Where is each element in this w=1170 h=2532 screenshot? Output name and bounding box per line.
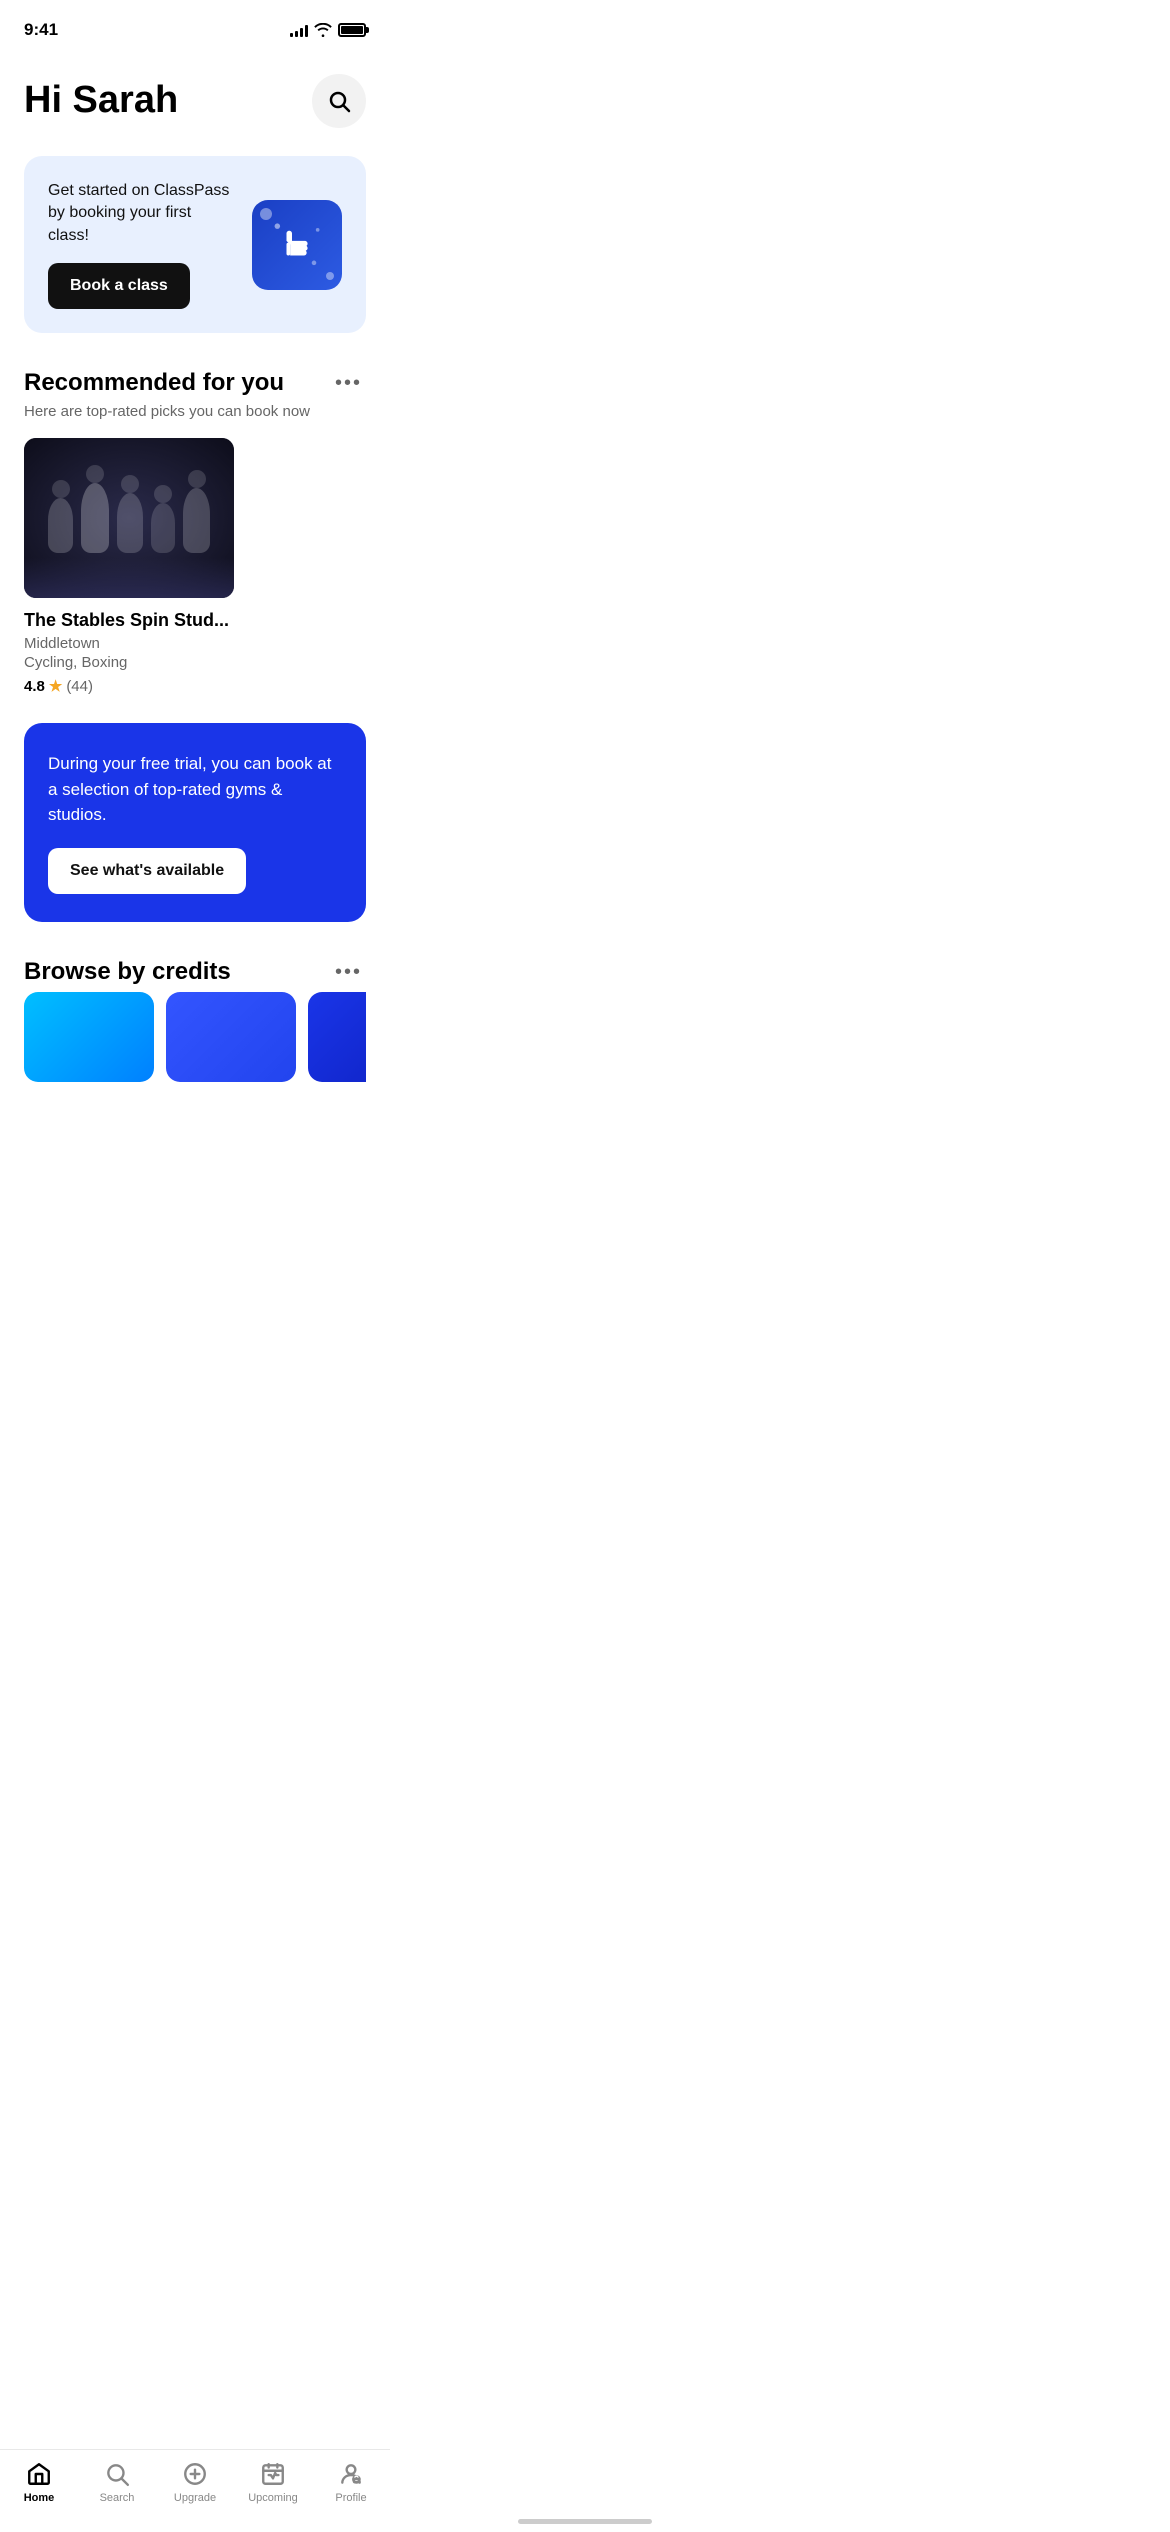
- promo-description: Get started on ClassPass by booking your…: [48, 180, 236, 247]
- book-class-button[interactable]: Book a class: [48, 263, 190, 309]
- promo-text-area: Get started on ClassPass by booking your…: [48, 180, 236, 309]
- rating-value: 4.8: [24, 678, 45, 695]
- nav-upcoming[interactable]: Upcoming: [243, 2460, 303, 2504]
- nav-search[interactable]: Search: [87, 2460, 147, 2504]
- header-row: Hi Sarah: [24, 74, 366, 128]
- search-icon: [327, 89, 351, 113]
- nav-search-label: Search: [100, 2492, 135, 2504]
- signal-icon: [290, 23, 308, 37]
- browse-more-button[interactable]: •••: [331, 958, 366, 986]
- rating-count: (44): [66, 678, 93, 695]
- profile-icon: [337, 2460, 365, 2488]
- status-time: 9:41: [24, 20, 58, 40]
- thumbs-up-icon: [270, 217, 325, 272]
- wifi-icon: [314, 23, 332, 37]
- credit-card-2[interactable]: [166, 992, 296, 1082]
- credits-cards: [24, 992, 366, 1082]
- class-image: [24, 438, 234, 598]
- see-available-button[interactable]: See what's available: [48, 848, 246, 894]
- class-image-silhouettes: [48, 483, 210, 553]
- recommended-subtitle: Here are top-rated picks you can book no…: [24, 403, 366, 420]
- browse-by-credits-section: Browse by credits •••: [24, 958, 366, 1082]
- greeting: Hi Sarah: [24, 80, 178, 122]
- recommended-header: Recommended for you •••: [24, 369, 366, 397]
- nav-home-label: Home: [24, 2492, 55, 2504]
- free-trial-banner: During your free trial, you can book at …: [24, 723, 366, 922]
- recommended-section: Recommended for you ••• Here are top-rat…: [24, 369, 366, 695]
- status-bar: 9:41: [0, 0, 390, 54]
- battery-icon: [338, 23, 366, 37]
- class-type: Cycling, Boxing: [24, 654, 234, 671]
- recommended-title: Recommended for you: [24, 369, 284, 397]
- promo-card: Get started on ClassPass by booking your…: [24, 156, 366, 333]
- promo-illustration: [252, 200, 342, 290]
- search-nav-icon: [103, 2460, 131, 2488]
- status-icons: [290, 23, 366, 37]
- search-header-button[interactable]: [312, 74, 366, 128]
- bottom-nav: Home Search Upgrade: [0, 2449, 390, 2532]
- free-trial-text: During your free trial, you can book at …: [48, 751, 342, 828]
- browse-header: Browse by credits •••: [24, 958, 366, 986]
- recommended-more-button[interactable]: •••: [331, 369, 366, 397]
- class-location: Middletown: [24, 635, 234, 652]
- home-indicator: [518, 2519, 652, 2524]
- nav-upgrade-label: Upgrade: [174, 2492, 216, 2504]
- class-rating: 4.8 ★ (44): [24, 677, 234, 695]
- star-icon: ★: [49, 677, 62, 695]
- nav-upcoming-label: Upcoming: [248, 2492, 298, 2504]
- class-name: The Stables Spin Stud...: [24, 610, 234, 631]
- class-card[interactable]: The Stables Spin Stud... Middletown Cycl…: [24, 438, 234, 695]
- home-icon: [25, 2460, 53, 2488]
- nav-profile-label: Profile: [335, 2492, 366, 2504]
- nav-upgrade[interactable]: Upgrade: [165, 2460, 225, 2504]
- browse-title: Browse by credits: [24, 958, 231, 986]
- credit-card-1[interactable]: [24, 992, 154, 1082]
- nav-home[interactable]: Home: [9, 2460, 69, 2504]
- credit-card-3[interactable]: [308, 992, 366, 1082]
- upcoming-icon: [259, 2460, 287, 2488]
- upgrade-icon: [181, 2460, 209, 2488]
- main-content: Hi Sarah Get started on ClassPass by boo…: [0, 54, 390, 1202]
- nav-profile[interactable]: Profile: [321, 2460, 381, 2504]
